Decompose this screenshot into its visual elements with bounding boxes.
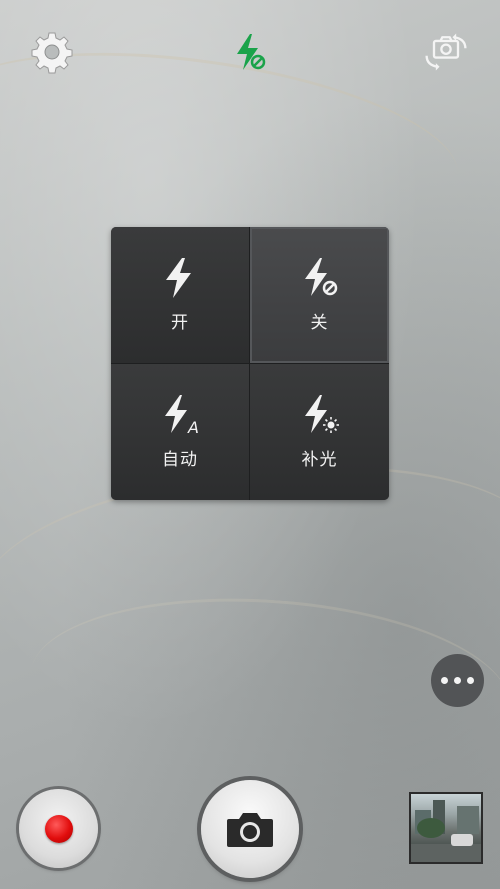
record-video-button[interactable] <box>19 789 98 868</box>
flash-mode-button[interactable] <box>226 28 274 76</box>
record-video-icon <box>44 814 73 843</box>
thumbnail-building <box>457 806 479 834</box>
settings-button[interactable] <box>28 28 76 76</box>
camera-shutter-icon <box>227 813 273 847</box>
flash-option-off[interactable]: 关 <box>250 227 389 364</box>
flash-off-icon <box>304 258 337 297</box>
flash-option-label: 开 <box>171 313 189 334</box>
more-options-button[interactable] <box>431 654 484 707</box>
camera-switch-icon <box>425 33 467 71</box>
thumbnail-tree <box>417 818 445 838</box>
flash-fill-light-icon <box>304 395 339 434</box>
flash-option-auto[interactable]: A 自动 <box>111 363 250 500</box>
more-dots-icon <box>454 677 461 684</box>
flash-auto-icon: A <box>165 395 199 437</box>
last-photo-thumbnail[interactable] <box>409 792 483 864</box>
more-dots-icon <box>441 677 448 684</box>
switch-camera-button[interactable] <box>422 28 470 76</box>
flash-option-label: 补光 <box>301 450 338 471</box>
more-dots-icon <box>467 677 474 684</box>
shutter-button[interactable] <box>201 780 299 878</box>
flash-option-on[interactable]: 开 <box>111 227 250 364</box>
flash-off-icon <box>237 34 266 70</box>
flash-mode-menu: 开 关 A 自动 补光 <box>111 227 389 500</box>
flash-option-label: 关 <box>310 313 329 334</box>
thumbnail-car <box>451 834 473 846</box>
flash-option-fill-light[interactable]: 补光 <box>250 363 389 500</box>
flash-on-icon <box>166 258 191 299</box>
gear-icon <box>31 32 73 74</box>
svg-text:A: A <box>187 418 199 437</box>
flash-option-label: 自动 <box>162 450 198 471</box>
thumbnail-road <box>411 844 481 862</box>
